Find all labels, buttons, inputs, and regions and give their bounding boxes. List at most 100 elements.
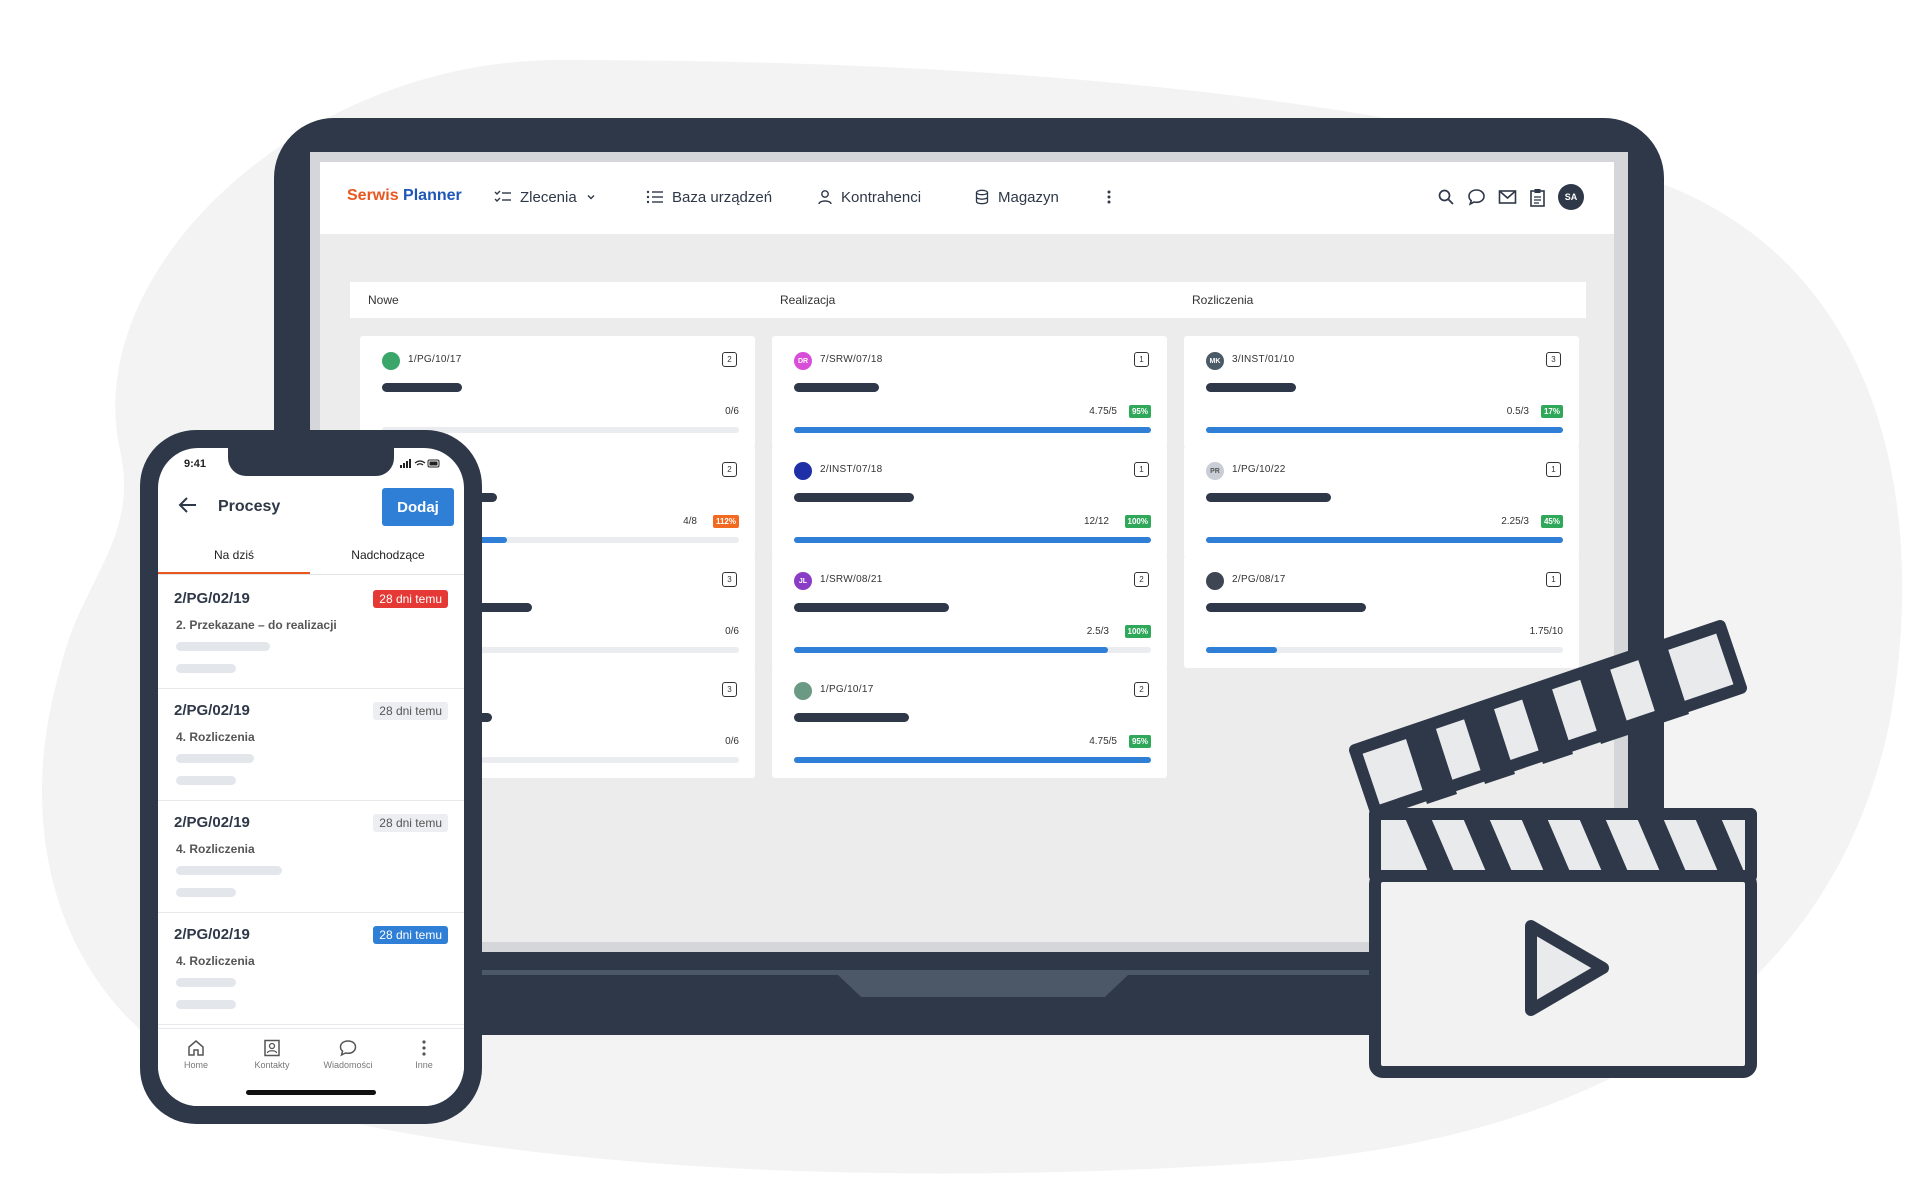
app-logo[interactable]: Serwis Planner — [347, 187, 462, 205]
tab-na-dzis[interactable]: Na dziś — [158, 538, 310, 574]
video-clapperboard-icon[interactable] — [1345, 618, 1765, 1082]
order-card[interactable]: 1/PG/10/17 2 4.75/5 95% — [772, 666, 1167, 778]
chevron-down-icon — [587, 195, 595, 200]
time-ago-badge: 28 dni temu — [373, 590, 448, 608]
progress-fill — [794, 647, 1109, 653]
item-count-badge: 1 — [1546, 462, 1561, 477]
more-vertical-icon — [1107, 190, 1111, 204]
bottom-nav-kontakty-label: Kontakty — [254, 1060, 290, 1070]
skeleton-line — [176, 1000, 236, 1009]
column-header: Realizacja — [762, 282, 1174, 318]
progress-fill — [794, 757, 1151, 763]
assignee-avatar — [382, 352, 400, 370]
item-count-badge: 1 — [1546, 572, 1561, 587]
order-card[interactable]: MK 3/INST/01/10 3 0.5/3 17% — [1184, 336, 1579, 448]
progress-fill — [1206, 647, 1278, 653]
assignee-avatar — [794, 682, 812, 700]
order-code: 1/SRW/08/21 — [820, 574, 883, 585]
order-card[interactable]: DR 7/SRW/07/18 1 4.75/5 95% — [772, 336, 1167, 448]
title-placeholder — [1206, 603, 1366, 612]
hours-ratio: 4.75/5 — [1089, 736, 1117, 747]
chat-icon[interactable] — [1467, 188, 1486, 206]
nav-magazyn[interactable]: Magazyn — [974, 184, 1059, 210]
time-ago-badge: 28 dni temu — [373, 926, 448, 944]
order-card[interactable]: JL 1/SRW/08/21 2 2.5/3 100% — [772, 556, 1167, 668]
clipboard-icon[interactable] — [1529, 188, 1546, 207]
skeleton-line — [176, 754, 254, 763]
tabs-divider — [158, 574, 464, 575]
process-stage: 2. Przekazane – do realizacji — [176, 618, 337, 632]
title-placeholder — [794, 493, 914, 502]
item-count-badge: 3 — [1546, 352, 1561, 367]
bottom-nav-kontakty[interactable]: Kontakty — [234, 1039, 310, 1070]
hours-ratio: 0/6 — [725, 736, 739, 747]
process-list-item[interactable]: 2/PG/02/19 28 dni temu 4. Rozliczenia — [158, 912, 464, 1025]
title-placeholder — [1206, 383, 1296, 392]
progress-track — [794, 537, 1151, 543]
bottom-nav-wiadomosci[interactable]: Wiadomości — [310, 1039, 386, 1070]
progress-fill — [794, 537, 1151, 543]
contacts-icon — [264, 1039, 280, 1057]
order-code: 7/SRW/07/18 — [820, 354, 883, 365]
phone-page-title: Procesy — [218, 498, 281, 515]
skeleton-line — [176, 776, 236, 785]
progress-track — [794, 757, 1151, 763]
percent-badge: 17% — [1540, 405, 1563, 418]
list-icon — [646, 190, 663, 204]
progress-fill — [1206, 537, 1563, 543]
title-placeholder — [794, 713, 909, 722]
order-code: 1/PG/10/22 — [1232, 464, 1286, 475]
column-header: Rozliczenia — [1174, 282, 1586, 318]
assignee-avatar — [1206, 572, 1224, 590]
nav-zlecenia[interactable]: Zlecenia — [494, 184, 597, 210]
bottom-nav-inne-label: Inne — [415, 1060, 433, 1070]
mail-icon[interactable] — [1498, 189, 1517, 205]
order-card[interactable]: PR 1/PG/10/22 1 2.25/3 45% — [1184, 446, 1579, 558]
phone-notch — [228, 448, 394, 476]
hours-ratio: 4/8 — [683, 516, 697, 527]
nav-kontrahenci-label: Kontrahenci — [841, 188, 922, 206]
search-icon[interactable] — [1437, 188, 1455, 206]
user-avatar[interactable]: SA — [1558, 184, 1584, 210]
logo-part2: Planner — [403, 187, 462, 204]
order-code: 2/PG/08/17 — [1232, 574, 1286, 585]
checklist-icon — [494, 190, 511, 202]
title-placeholder — [794, 383, 879, 392]
chat-bubble-icon — [339, 1040, 357, 1057]
skeleton-line — [176, 664, 236, 673]
progress-fill — [794, 427, 1151, 433]
title-placeholder — [794, 603, 949, 612]
order-card[interactable]: 2/INST/07/18 1 12/12 100% — [772, 446, 1167, 558]
title-placeholder — [1206, 493, 1331, 502]
back-arrow-icon[interactable] — [178, 496, 198, 520]
percent-badge: 112% — [712, 515, 739, 528]
title-placeholder — [382, 383, 462, 392]
process-list-item[interactable]: 2/PG/02/19 28 dni temu 4. Rozliczenia — [158, 688, 464, 801]
nav-zlecenia-label: Zlecenia — [520, 188, 577, 206]
header-actions: SA — [1437, 184, 1584, 210]
person-icon — [818, 190, 832, 205]
add-button[interactable]: Dodaj — [382, 488, 454, 526]
tab-nadchodzace[interactable]: Nadchodzące — [312, 538, 464, 572]
status-icons — [400, 458, 442, 470]
progress-track — [794, 427, 1151, 433]
process-list-item[interactable]: 2/PG/02/19 28 dni temu 2. Przekazane – do … — [158, 576, 464, 689]
process-list-item[interactable]: 2/PG/02/19 28 dni temu 4. Rozliczenia — [158, 800, 464, 913]
process-stage: 4. Rozliczenia — [176, 730, 255, 744]
bottom-nav-inne[interactable]: Inne — [386, 1039, 462, 1070]
bottom-nav-home[interactable]: Home — [158, 1039, 234, 1070]
order-code: 1/PG/10/17 — [820, 684, 874, 695]
more-vertical-icon — [422, 1040, 426, 1056]
nav-baza-label: Baza urządzeń — [672, 188, 773, 206]
hours-ratio: 0.5/3 — [1506, 406, 1529, 417]
process-code: 2/PG/02/19 — [174, 814, 250, 831]
more-menu-button[interactable] — [1106, 184, 1112, 210]
item-count-badge: 3 — [722, 682, 737, 697]
assignee-avatar: DR — [794, 352, 812, 370]
nav-baza-urzadzen[interactable]: Baza urządzeń — [646, 184, 772, 210]
item-count-badge: 2 — [1134, 572, 1149, 587]
assignee-avatar: JL — [794, 572, 812, 590]
assignee-avatar: PR — [1206, 462, 1224, 480]
item-count-badge: 1 — [1134, 462, 1149, 477]
nav-kontrahenci[interactable]: Kontrahenci — [817, 184, 921, 210]
